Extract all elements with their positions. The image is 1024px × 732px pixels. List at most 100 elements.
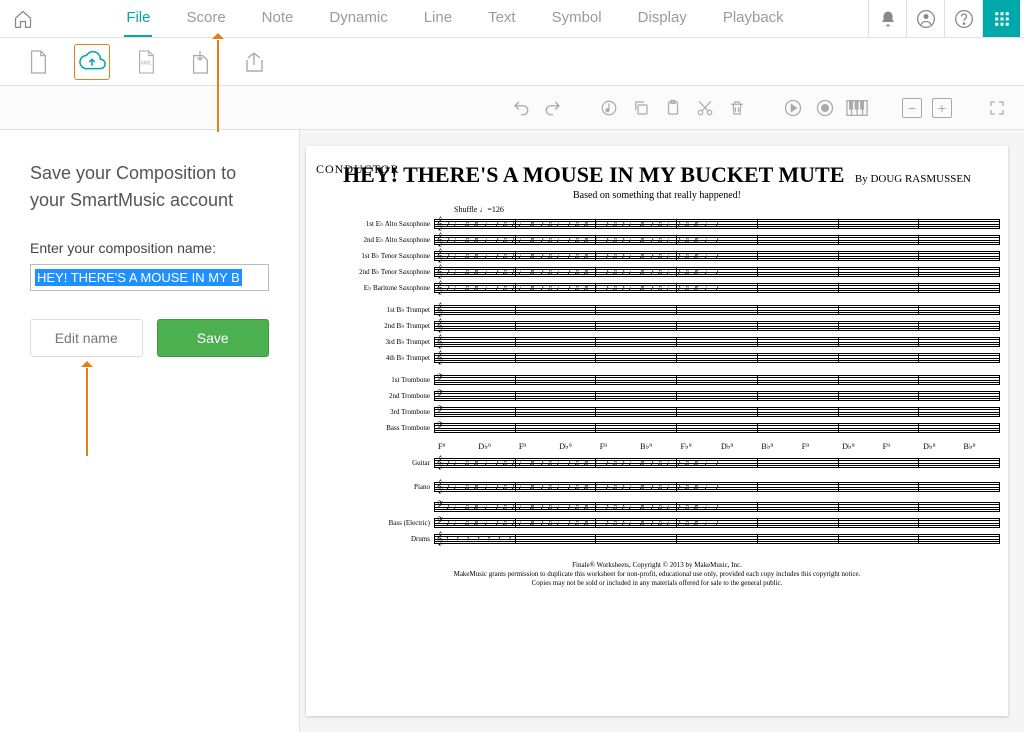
new-file-button[interactable]	[20, 44, 56, 80]
topbar-right	[868, 0, 1020, 37]
staff[interactable]: 𝄢— — — — — — —	[434, 390, 1000, 402]
note-tool-icon[interactable]	[598, 97, 620, 119]
instrument-label: Bass Trombone	[314, 424, 434, 432]
help-icon[interactable]	[944, 0, 982, 37]
record-icon[interactable]	[814, 97, 836, 119]
menu-item-display[interactable]: Display	[636, 0, 689, 37]
staff[interactable]: 𝄢— — — — — — —	[434, 422, 1000, 434]
score-title: HEY! THERE'S A MOUSE IN MY BUCKET MUTE	[343, 162, 844, 187]
staff[interactable]: 𝄞♪♩♫♬♩♪♫♪♩♬♪♫♩♪♫♬♩♪♫♪♩♬♪♫♩♪♫♬♩♪	[434, 234, 1000, 246]
piano-icon[interactable]	[846, 97, 868, 119]
staff[interactable]: 𝄞— — — — — — —	[434, 320, 1000, 332]
instrument-label: 1st B♭ Tenor Saxophone	[314, 252, 434, 260]
zoom-in-icon[interactable]: +	[932, 98, 952, 118]
copy-icon[interactable]	[630, 97, 652, 119]
main-menu: File Score Note Dynamic Line Text Symbol Displa…	[42, 0, 868, 37]
instrument-label: 2nd B♭ Tenor Saxophone	[314, 268, 434, 276]
delete-icon[interactable]	[726, 97, 748, 119]
score-subtitle: Based on something that really happened!	[314, 190, 1000, 201]
menu-item-line[interactable]: Line	[422, 0, 454, 37]
menubar: File Score Note Dynamic Line Text Symbol Displa…	[0, 0, 1024, 38]
xml-button[interactable]: XML	[128, 44, 164, 80]
redo-icon[interactable]	[542, 97, 564, 119]
play-icon[interactable]	[782, 97, 804, 119]
export-button[interactable]	[236, 44, 272, 80]
instrument-row: Bass Trombone𝄢— — — — — — —	[314, 420, 1000, 436]
staff[interactable]: 𝄞♪♩♫♬♩♪♫♪♩♬♪♫♩♪♫♬♩♪♫♪♩♬♪♫♩♪♫♬♩♪	[434, 250, 1000, 262]
instrument-row: 1st Trombone𝄢— — — — — — —	[314, 372, 1000, 388]
score-byline: By DOUG RASMUSSEN	[855, 173, 971, 185]
score-footer: Finale® Worksheets, Copyright © 2013 by …	[314, 561, 1000, 588]
staff[interactable]: 𝄞— — — — — — —	[434, 304, 1000, 316]
save-button[interactable]: Save	[157, 319, 270, 357]
notifications-icon[interactable]	[868, 0, 906, 37]
staff[interactable]: 𝄞♪♩♫♬♩♪♫♪♩♬♪♫♩♪♫♬♩♪♫♪♩♬♪♫♩♪♫♬♩♪	[434, 218, 1000, 230]
menu-item-playback[interactable]: Playback	[721, 0, 786, 37]
staff[interactable]: 𝄞— — — — — — —	[434, 352, 1000, 364]
instrument-row: 2nd Trombone𝄢— — — — — — —	[314, 388, 1000, 404]
menu-item-note[interactable]: Note	[260, 0, 296, 37]
staff[interactable]: 𝄞♪♩♫♬♩♪♫♪♩♬♪♫♩♪♫♬♩♪♫♪♩♬♪♫♩♪♫♬♩♪	[434, 457, 1000, 469]
instrument-label: 2nd Trombone	[314, 392, 434, 400]
instrument-row: Piano𝄞♪♩♫♬♩♪♫♪♩♬♪♫♩♪♫♬♩♪♫♪♩♬♪♫♩♪♫♬♩♪	[314, 475, 1000, 499]
instrument-row: 2nd B♭ Tenor Saxophone𝄞♪♩♫♬♩♪♫♪♩♬♪♫♩♪♫♬♩…	[314, 264, 1000, 280]
staff[interactable]: 𝄞♪♩♫♬♩♪♫♪♩♬♪♫♩♪♫♬♩♪♫♪♩♬♪♫♩♪♫♬♩♪	[434, 282, 1000, 294]
instrument-row: 1st E♭ Alto Saxophone𝄞♪♩♫♬♩♪♫♪♩♬♪♫♩♪♫♬♩♪…	[314, 216, 1000, 232]
staff[interactable]: 𝄞♪♩♫♬♩♪♫♪♩♬♪♫♩♪♫♬♩♪♫♪♩♬♪♫♩♪♫♬♩♪	[434, 481, 1000, 493]
instrument-label: E♭ Baritone Saxophone	[314, 284, 434, 292]
staff[interactable]: 𝄢— — — — — — —	[434, 406, 1000, 418]
instrument-label: 4th B♭ Trumpet	[314, 354, 434, 362]
instrument-row: 3rd Trombone𝄢— — — — — — —	[314, 404, 1000, 420]
instrument-label: 1st B♭ Trumpet	[314, 306, 434, 314]
paste-icon[interactable]	[662, 97, 684, 119]
instrument-label: Guitar	[314, 459, 434, 467]
composition-name-label: Enter your composition name:	[30, 240, 269, 256]
staff[interactable]: 𝄢— — — — — — —	[434, 374, 1000, 386]
score-page: CONDUCTOR HEY! THERE'S A MOUSE IN MY BUC…	[306, 146, 1008, 716]
menu-item-text[interactable]: Text	[486, 0, 518, 37]
menu-item-symbol[interactable]: Symbol	[550, 0, 604, 37]
menu-item-file[interactable]: File	[124, 0, 152, 37]
tempo-marking: Shuffle ♩=126	[454, 205, 1000, 214]
staff[interactable]: 𝄞𝄽 𝄽 𝄽 𝄽 𝄽 𝄽 𝄽	[434, 533, 1000, 545]
staff[interactable]: 𝄢♪♩♫♬♩♪♫♪♩♬♪♫♩♪♫♬♩♪♫♪♩♬♪♫♩♪♫♬♩♪	[434, 501, 1000, 513]
menu-item-dynamic[interactable]: Dynamic	[327, 0, 389, 37]
instrument-label: 3rd B♭ Trumpet	[314, 338, 434, 346]
instrument-row: 3rd B♭ Trumpet𝄞— — — — — — —	[314, 334, 1000, 350]
chord-symbols: F⁹D♭⁹F⁹D♭⁹F⁹B♭⁹F♭⁹D♭⁹B♭⁹F⁹D♭⁹F⁹D♭⁹B♭⁹	[434, 442, 1000, 451]
edit-name-button[interactable]: Edit name	[30, 319, 143, 357]
import-button[interactable]	[182, 44, 218, 80]
instrument-label: Drums	[314, 535, 434, 543]
cut-icon[interactable]	[694, 97, 716, 119]
instrument-row: Drums𝄞𝄽 𝄽 𝄽 𝄽 𝄽 𝄽 𝄽	[314, 531, 1000, 547]
instrument-row: 4th B♭ Trumpet𝄞— — — — — — —	[314, 350, 1000, 366]
action-toolbar: − +	[0, 86, 1024, 130]
account-icon[interactable]	[906, 0, 944, 37]
composition-name-input[interactable]: HEY! THERE'S A MOUSE IN MY B	[30, 264, 269, 291]
instrument-label: Piano	[314, 483, 434, 491]
menu-item-score[interactable]: Score	[184, 0, 227, 37]
instrument-label: 2nd E♭ Alto Saxophone	[314, 236, 434, 244]
zoom-out-icon[interactable]: −	[902, 98, 922, 118]
cloud-save-button[interactable]	[74, 44, 110, 80]
instrument-label: 1st E♭ Alto Saxophone	[314, 220, 434, 228]
instrument-label: 2nd B♭ Trumpet	[314, 322, 434, 330]
save-sidebar: Save your Composition to your SmartMusic…	[0, 130, 300, 732]
instrument-row: 1st B♭ Tenor Saxophone𝄞♪♩♫♬♩♪♫♪♩♬♪♫♩♪♫♬♩…	[314, 248, 1000, 264]
instrument-label: 3rd Trombone	[314, 408, 434, 416]
instrument-row: Bass (Electric)𝄢♪♩♫♬♩♪♫♪♩♬♪♫♩♪♫♬♩♪♫♪♩♬♪♫…	[314, 515, 1000, 531]
instrument-row: 1st B♭ Trumpet𝄞— — — — — — —	[314, 302, 1000, 318]
file-toolbar: XML	[0, 38, 1024, 86]
staff[interactable]: 𝄞— — — — — — —	[434, 336, 1000, 348]
score-viewport[interactable]: CONDUCTOR HEY! THERE'S A MOUSE IN MY BUC…	[300, 130, 1024, 732]
staff[interactable]: 𝄞♪♩♫♬♩♪♫♪♩♬♪♫♩♪♫♬♩♪♫♪♩♬♪♫♩♪♫♬♩♪	[434, 266, 1000, 278]
undo-icon[interactable]	[510, 97, 532, 119]
instrument-row: 2nd B♭ Trumpet𝄞— — — — — — —	[314, 318, 1000, 334]
instrument-label: 1st Trombone	[314, 376, 434, 384]
home-button[interactable]	[4, 0, 42, 37]
apps-grid-icon[interactable]	[982, 0, 1020, 37]
fullscreen-icon[interactable]	[986, 97, 1008, 119]
sidebar-heading: Save your Composition to your SmartMusic…	[30, 160, 269, 214]
staff[interactable]: 𝄢♪♩♫♬♩♪♫♪♩♬♪♫♩♪♫♬♩♪♫♪♩♬♪♫♩♪♫♬♩♪	[434, 517, 1000, 529]
instrument-row: 2nd E♭ Alto Saxophone𝄞♪♩♫♬♩♪♫♪♩♬♪♫♩♪♫♬♩♪…	[314, 232, 1000, 248]
